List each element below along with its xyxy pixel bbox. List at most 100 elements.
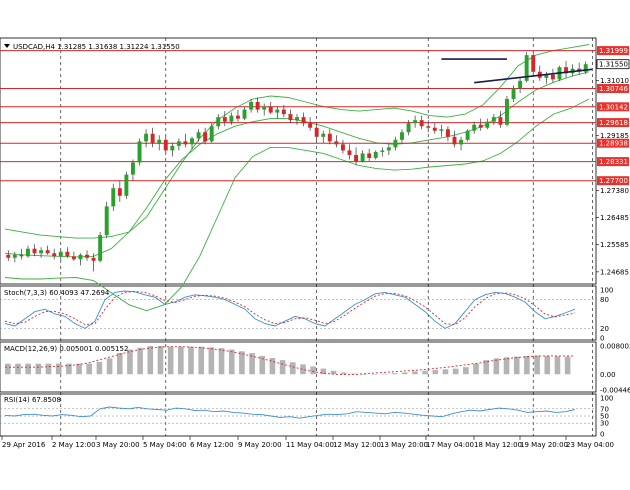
candle-body (360, 153, 365, 161)
dropdown-triangle-icon[interactable] (4, 44, 10, 48)
candle-body (91, 257, 96, 261)
candle-body (485, 121, 490, 128)
candle (550, 68, 555, 83)
candle (288, 109, 293, 124)
macd-bar (15, 363, 21, 375)
candle (472, 121, 477, 134)
candle (564, 61, 569, 78)
candle (71, 251, 76, 261)
candle-body (12, 254, 17, 258)
macd-bar (198, 346, 204, 375)
rsi-tick-label: 100 (600, 395, 613, 403)
macd-bar (178, 346, 184, 375)
candle (321, 130, 326, 143)
candle-body (531, 55, 536, 72)
candle-body (45, 250, 50, 254)
price-tick-label: 1.29185 (600, 132, 629, 140)
macd-bar (493, 358, 500, 375)
macd-bar (422, 370, 428, 375)
candle (137, 138, 142, 166)
stoch-tick-label: 20 (600, 325, 609, 333)
macd-bar (127, 349, 133, 375)
level-label: 1.27700 (599, 177, 628, 185)
candle (163, 135, 168, 154)
bollinger-bands (4, 44, 590, 312)
candle-body (117, 188, 122, 196)
rsi-tick-label: 30 (600, 420, 609, 428)
time-axis: 29 Apr 2016 2 May 12:00 3 May 20:00 5 May 0… (1, 436, 614, 449)
candle-body (301, 117, 306, 124)
candle (570, 64, 575, 77)
macd-bar (279, 360, 286, 375)
level-label: 1.31999 (599, 47, 628, 55)
macd-bar (534, 355, 540, 375)
candle-body (137, 141, 142, 163)
candle-body (235, 115, 240, 119)
candle-body (144, 133, 149, 142)
candle (465, 129, 470, 142)
candle (130, 159, 135, 181)
candle (32, 244, 37, 257)
time-tick-label: 11 May 04:00 (286, 441, 334, 449)
macd-bar (228, 349, 235, 375)
band-upper (4, 44, 590, 239)
macd-bar (401, 372, 408, 375)
candle-body (393, 139, 398, 148)
macd-bar (544, 355, 551, 375)
candle-body (85, 254, 89, 258)
candle (65, 247, 70, 258)
candle (505, 95, 509, 127)
candle-body (406, 123, 411, 133)
candle (85, 250, 89, 261)
candle-body (511, 88, 516, 99)
candle (308, 117, 313, 131)
candle (413, 115, 418, 128)
time-tick-label: 9 May 20:00 (238, 441, 282, 449)
candle-body (6, 254, 11, 258)
candle-body (426, 126, 431, 128)
candle (334, 135, 339, 148)
candle-body (439, 129, 444, 131)
candle-body (130, 162, 135, 175)
candle (124, 171, 129, 199)
candle-body (78, 254, 83, 260)
price-tick-label: 1.24685 (600, 268, 629, 276)
candle-body (281, 109, 286, 115)
candle (301, 112, 306, 127)
candle-body (262, 106, 267, 110)
candle (104, 201, 109, 239)
macd-bar (55, 363, 62, 375)
candle (98, 232, 103, 263)
candle (537, 65, 542, 81)
macd-label: MACD(12,26,9) 0.005001 0.005152 (4, 345, 128, 353)
macd-bar (290, 362, 296, 375)
candle-body (196, 132, 201, 139)
time-tick-label: 5 May 04:00 (143, 441, 187, 449)
candle (518, 77, 523, 93)
candle-body (249, 102, 254, 110)
candle-body (491, 117, 496, 122)
macd-bar (35, 363, 42, 375)
candle-body (288, 114, 293, 121)
candle-body (71, 256, 76, 260)
time-tick-label: 23 May 04:00 (566, 441, 614, 449)
candle (419, 115, 424, 130)
trendlines (441, 58, 593, 84)
candle-body (176, 141, 181, 146)
price-tick-label: 1.25585 (600, 241, 629, 249)
candle (52, 248, 57, 260)
candle (235, 109, 240, 122)
candle-body (327, 133, 332, 142)
candle (524, 52, 529, 83)
candle-body (255, 102, 260, 110)
macd-bar (564, 356, 571, 375)
candle (354, 147, 359, 166)
candle (432, 123, 437, 134)
candle (340, 139, 345, 154)
candle-body (268, 106, 273, 113)
candle (19, 248, 24, 260)
candle-body (98, 235, 103, 261)
candle (380, 147, 385, 157)
time-tick-label: 3 May 20:00 (96, 441, 140, 449)
rsi-panel-frame (0, 393, 597, 437)
